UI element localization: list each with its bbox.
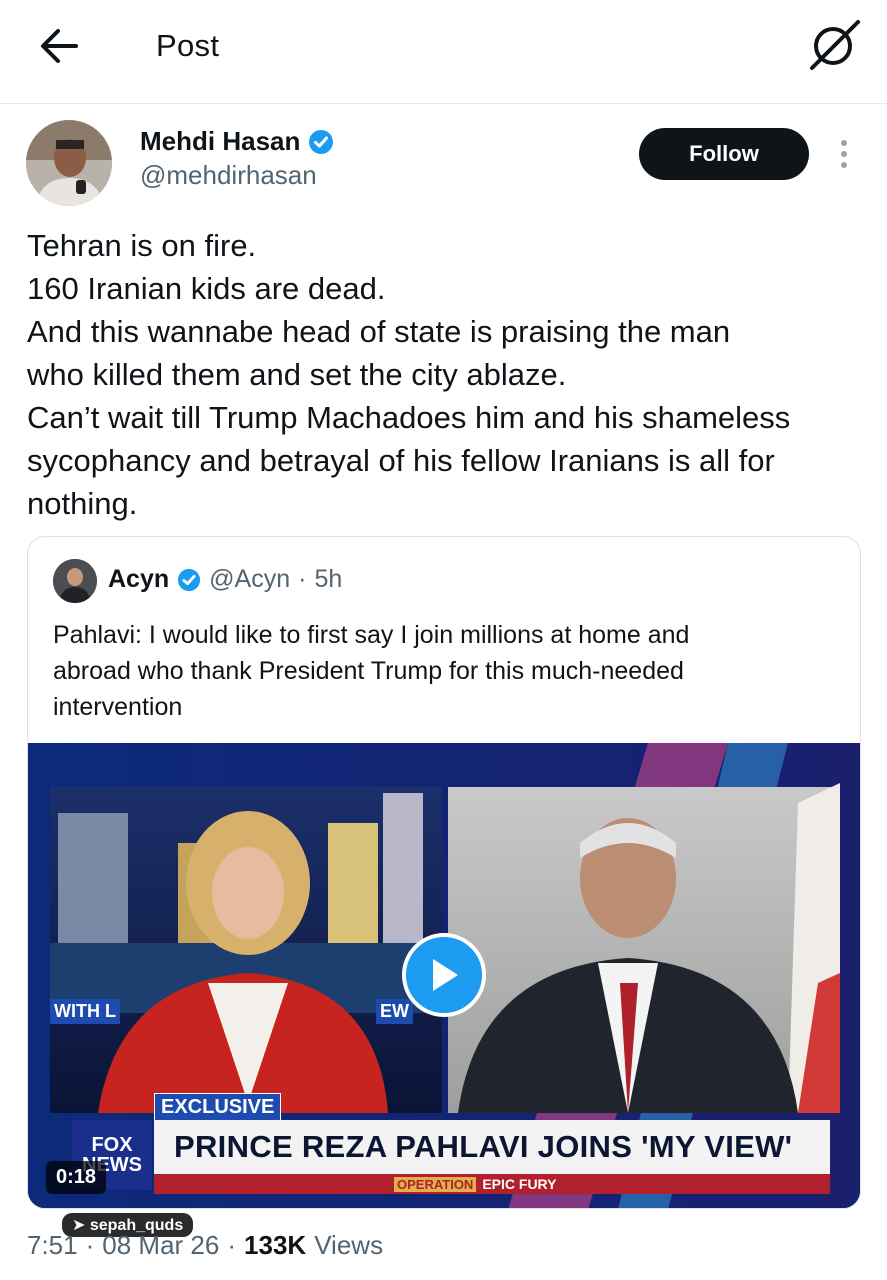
arrow-left-icon — [41, 29, 78, 63]
verified-badge-icon — [178, 568, 201, 591]
quoted-header: Acyn @Acyn · 5h — [108, 565, 342, 594]
quoted-tweet-card[interactable]: Acyn @Acyn · 5h Pahlavi: I would like to… — [27, 536, 861, 1209]
quoted-author-handle[interactable]: @Acyn — [209, 565, 290, 594]
quoted-text: Pahlavi: I would like to first say I joi… — [53, 617, 843, 725]
views-count[interactable]: 133K — [244, 1230, 306, 1261]
tv-label-left: WITH L — [50, 999, 120, 1024]
post-date: 08 Mar 26 — [102, 1230, 220, 1260]
video-chyron: PRINCE REZA PAHLAVI JOINS 'MY VIEW' — [154, 1120, 830, 1174]
quoted-line: Pahlavi: I would like to first say I joi… — [53, 621, 690, 649]
more-dot — [841, 162, 847, 168]
author-handle[interactable]: @mehdirhasan — [140, 160, 317, 191]
author-name[interactable]: Mehdi Hasan — [140, 126, 300, 157]
tweet-line: nothing. — [27, 486, 138, 521]
views-label: Views — [314, 1230, 384, 1260]
tweet-line: sycophancy and betrayal of his fellow Ir… — [27, 443, 775, 478]
post-time: 7:51 — [27, 1230, 78, 1260]
more-dot — [841, 151, 847, 157]
more-options-button[interactable] — [832, 134, 856, 174]
quoted-author-name[interactable]: Acyn — [108, 565, 169, 594]
person-avatar-icon — [26, 120, 112, 206]
tweet-line: And this wannabe head of state is praisi… — [27, 314, 731, 349]
tv-label-middle: EW — [376, 999, 413, 1024]
tweet-line: who killed them and set the city ablaze. — [27, 357, 567, 392]
top-bar: Post — [0, 0, 887, 104]
person-avatar-icon — [53, 559, 97, 603]
tweet-line: 160 Iranian kids are dead. — [27, 271, 386, 306]
ticker-text: EPIC FURY — [482, 1176, 557, 1192]
back-button[interactable] — [36, 26, 82, 66]
tweet-line: Tehran is on fire. — [27, 228, 257, 263]
quoted-author-avatar[interactable] — [53, 559, 97, 603]
author-avatar[interactable] — [26, 120, 112, 206]
video-player[interactable]: WITH L EW EXCLUSIVE FOX NEWS PRINCE REZA… — [28, 743, 860, 1208]
ticker-tag: OPERATION — [394, 1176, 477, 1192]
exclusive-tag: EXCLUSIVE — [154, 1093, 282, 1122]
post-meta: 7:51 · 08 Mar 26 · 133K Views — [27, 1230, 383, 1261]
dot-separator: · — [298, 565, 307, 593]
play-icon — [433, 959, 458, 991]
author-name-row[interactable]: Mehdi Hasan — [140, 126, 334, 157]
quoted-line: abroad who thank President Trump for thi… — [53, 657, 684, 685]
follow-button[interactable]: Follow — [639, 128, 809, 180]
video-duration: 0:18 — [46, 1161, 107, 1194]
tweet-text: Tehran is on fire. 160 Iranian kids are … — [27, 224, 872, 525]
video-ticker: OPERATION EPIC FURY — [154, 1174, 830, 1194]
quoted-line: intervention — [53, 693, 183, 721]
more-dots-icon — [841, 140, 847, 146]
verified-badge-icon — [309, 129, 334, 154]
quoted-time: 5h — [314, 565, 343, 593]
page-title: Post — [156, 28, 220, 63]
play-button[interactable] — [402, 933, 486, 1017]
grok-button[interactable] — [806, 16, 864, 74]
dot-separator: · — [227, 1230, 237, 1260]
network-logo-top: FOX — [91, 1134, 133, 1156]
dot-separator: · — [85, 1230, 95, 1260]
tweet-line: Can’t wait till Trump Machadoes him and … — [27, 400, 791, 435]
grok-icon — [810, 20, 860, 70]
